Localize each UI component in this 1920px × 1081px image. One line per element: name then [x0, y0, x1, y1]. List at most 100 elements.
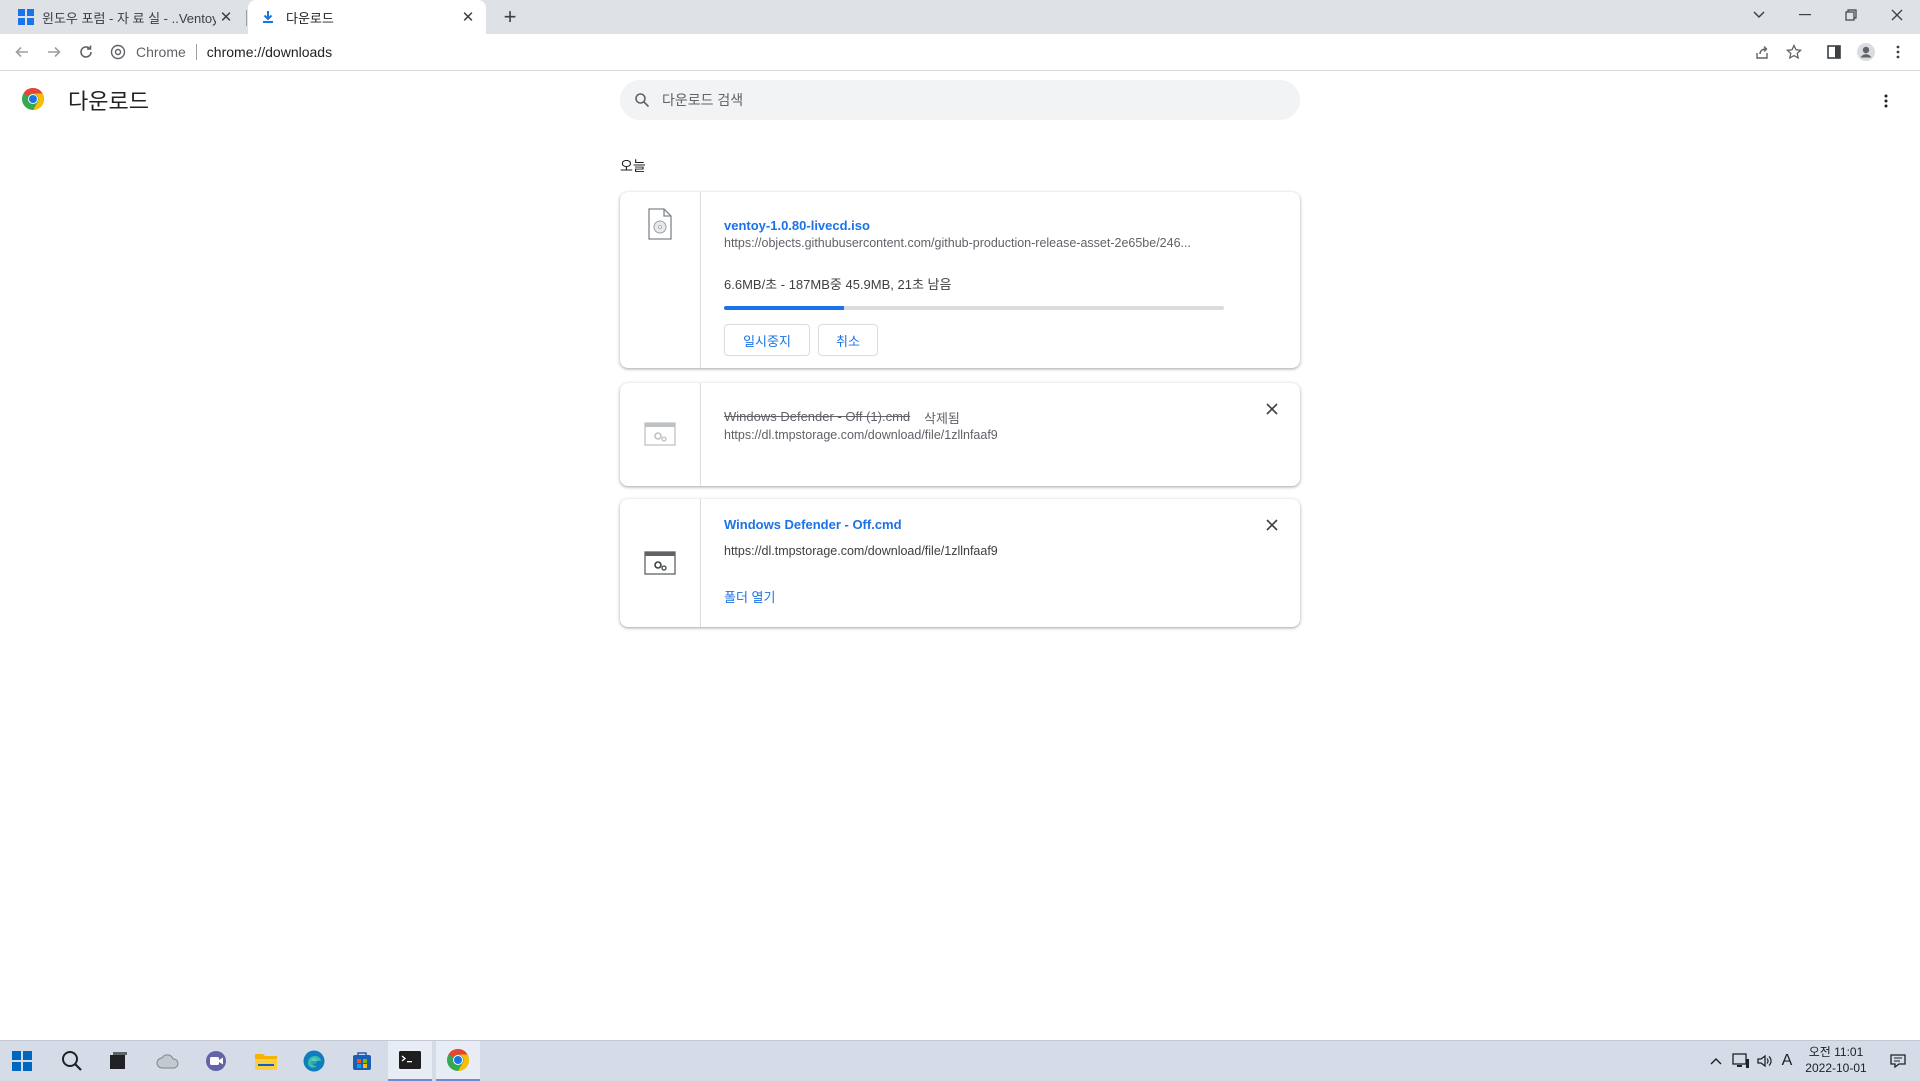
search-box[interactable]: [620, 80, 1300, 120]
download-item: Windows Defender - Off (1).cmd 삭제됨 https…: [620, 383, 1300, 486]
address-bar[interactable]: Chrome chrome://downloads: [110, 38, 1790, 66]
windows-taskbar: A 오전 11:01 2022-10-01: [0, 1040, 1920, 1081]
minimize-button[interactable]: [1782, 0, 1828, 30]
file-explorer-button[interactable]: [244, 1041, 288, 1081]
clock-time: 오전 11:01: [1808, 1045, 1864, 1059]
tab-title: 윈도우 포럼 - 자 료 실 - ..Ventoy: [42, 10, 216, 26]
tab-search-button[interactable]: [1736, 0, 1782, 30]
close-icon: [1266, 519, 1278, 531]
settings-file-icon: [644, 551, 676, 575]
profile-button[interactable]: [1852, 38, 1880, 66]
progress-fill: [724, 306, 844, 310]
close-icon: [1891, 9, 1903, 21]
terminal-icon: [399, 1051, 421, 1069]
chrome-site-icon: [110, 44, 126, 60]
pause-button[interactable]: 일시중지: [724, 324, 810, 356]
deleted-status-label: 삭제됨: [924, 411, 960, 426]
share-button[interactable]: [1748, 38, 1776, 66]
download-filename-link[interactable]: ventoy-1.0.80-livecd.iso: [724, 218, 870, 233]
download-item: ventoy-1.0.80-livecd.iso https://objects…: [620, 192, 1300, 368]
date-group-label: 오늘: [620, 158, 646, 174]
tab-separator: [246, 10, 247, 26]
page-menu-button[interactable]: [1872, 87, 1900, 115]
back-arrow-icon: [15, 46, 28, 58]
remove-from-list-button[interactable]: [1260, 513, 1284, 537]
microsoft-store-button[interactable]: [340, 1041, 384, 1081]
weather-cloud-icon: [156, 1054, 179, 1069]
search-input[interactable]: [660, 91, 1264, 109]
back-button[interactable]: [8, 38, 36, 66]
terminal-button[interactable]: [388, 1041, 432, 1081]
close-tab-icon[interactable]: ✕: [216, 7, 236, 27]
new-tab-button[interactable]: +: [498, 4, 522, 29]
file-icon-column: [620, 499, 701, 627]
search-icon: [635, 93, 650, 108]
download-icon: [263, 11, 273, 23]
minimize-icon: [1799, 14, 1811, 16]
tab-downloads[interactable]: 다운로드 ✕: [248, 0, 486, 34]
show-in-folder-link[interactable]: 폴더 열기: [724, 587, 775, 606]
task-view-button[interactable]: [96, 1041, 140, 1081]
cancel-button[interactable]: 취소: [818, 324, 878, 356]
edge-browser-button[interactable]: [292, 1041, 336, 1081]
page-title: 다운로드: [68, 89, 149, 114]
download-source-url[interactable]: https://dl.tmpstorage.com/download/file/…: [724, 544, 998, 558]
restore-icon: [1845, 9, 1857, 21]
store-icon: [353, 1052, 371, 1070]
more-vert-icon: [1884, 94, 1888, 108]
reload-button[interactable]: [72, 38, 100, 66]
star-icon: [1786, 44, 1802, 60]
input-method-indicator[interactable]: A: [1778, 1041, 1796, 1081]
download-progress-bar: [724, 306, 1224, 310]
more-vert-icon: [1896, 45, 1900, 59]
url-text[interactable]: chrome://downloads: [207, 44, 332, 60]
search-icon: [62, 1051, 82, 1071]
forward-button[interactable]: [40, 38, 68, 66]
download-source-url[interactable]: https://objects.githubusercontent.com/gi…: [724, 236, 1191, 250]
chrome-menu-button[interactable]: [1884, 38, 1912, 66]
network-button[interactable]: [1730, 1041, 1752, 1081]
volume-button[interactable]: [1754, 1041, 1776, 1081]
notification-center-button[interactable]: [1884, 1041, 1912, 1081]
chrome-logo-icon: [447, 1049, 470, 1071]
side-panel-icon: [1827, 45, 1841, 59]
side-panel-button[interactable]: [1820, 38, 1848, 66]
tab-strip: 윈도우 포럼 - 자 료 실 - ..Ventoy ✕ 다운로드 ✕ +: [0, 0, 1920, 34]
clock-date: 2022-10-01: [1805, 1061, 1867, 1075]
close-icon: [1266, 403, 1278, 415]
teams-chat-button[interactable]: [194, 1041, 238, 1081]
disc-image-icon: [648, 208, 672, 240]
chrome-logo-icon: [22, 88, 45, 110]
tab-windows-forum[interactable]: 윈도우 포럼 - 자 료 실 - ..Ventoy ✕: [0, 0, 244, 34]
close-window-button[interactable]: [1874, 0, 1920, 30]
browser-toolbar: Chrome chrome://downloads: [0, 34, 1920, 71]
avatar-icon: [1857, 43, 1875, 61]
taskbar-search-button[interactable]: [50, 1041, 94, 1081]
download-filename: Windows Defender - Off (1).cmd: [724, 409, 911, 424]
remove-from-list-button[interactable]: [1260, 397, 1284, 421]
speaker-icon: [1757, 1054, 1772, 1068]
video-chat-icon: [206, 1051, 226, 1071]
forward-arrow-icon: [48, 46, 61, 58]
widgets-button[interactable]: [146, 1041, 190, 1081]
folder-icon: [255, 1054, 277, 1070]
file-icon-column: [620, 192, 701, 368]
download-item: Windows Defender - Off.cmd https://dl.tm…: [620, 499, 1300, 627]
download-filename-link[interactable]: Windows Defender - Off.cmd: [724, 517, 902, 532]
taskbar-clock[interactable]: 오전 11:01 2022-10-01: [1796, 1044, 1876, 1076]
show-hidden-icons-button[interactable]: [1706, 1041, 1726, 1081]
close-tab-icon[interactable]: ✕: [458, 7, 478, 27]
share-icon: [1756, 46, 1768, 59]
task-view-icon: [110, 1052, 127, 1069]
restore-button[interactable]: [1828, 0, 1874, 30]
windows-start-icon: [12, 1051, 32, 1071]
start-button[interactable]: [0, 1041, 44, 1081]
reload-icon: [80, 45, 92, 58]
chrome-taskbar-button[interactable]: [436, 1041, 480, 1081]
download-source-url[interactable]: https://dl.tmpstorage.com/download/file/…: [724, 428, 998, 442]
network-icon: [1732, 1053, 1749, 1068]
file-icon-column: [620, 383, 701, 486]
omnibox-divider: [195, 44, 197, 60]
bookmark-button[interactable]: [1780, 38, 1808, 66]
notification-icon: [1890, 1054, 1906, 1069]
